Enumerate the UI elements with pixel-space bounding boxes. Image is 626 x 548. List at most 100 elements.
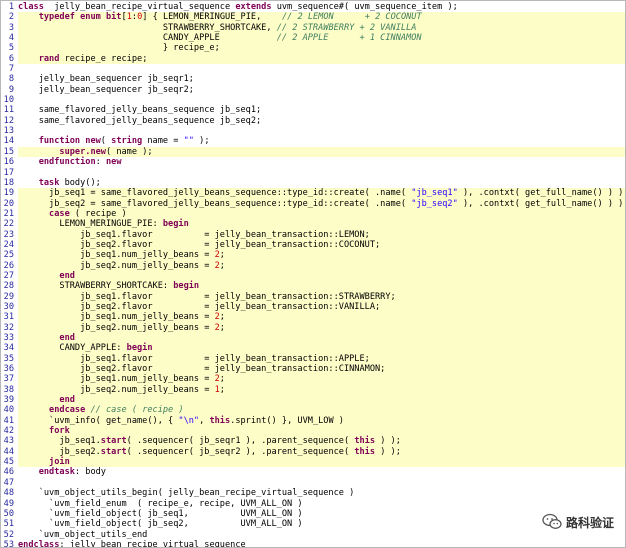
code-token: `uvm_info( get_name(), { [18, 415, 179, 426]
code-line: 34 CANDY_APPLE: begin [1, 343, 625, 354]
code-line: 37 jb_seq1.num_jelly_beans = 2; [1, 374, 625, 385]
code-line: 6 rand recipe_e recipe; [1, 53, 625, 65]
line-number: 32 [1, 322, 18, 333]
line-number: 11 [1, 105, 18, 116]
line-number: 24 [1, 239, 18, 251]
code-token: endcase [49, 405, 86, 416]
code-line: 41 `uvm_info( get_name(), { "\n", this.s… [1, 415, 625, 427]
code-line: 38 jb_seq2.num_jelly_beans = 1; [1, 384, 625, 396]
code-token: ; [219, 312, 225, 323]
code-line: 40 endcase // case ( recipe ) [1, 405, 625, 416]
line-text: class jelly_bean_recipe_virtual_sequence… [18, 2, 458, 12]
line-text: super.new( name ); [18, 146, 153, 157]
line-number: 39 [1, 395, 18, 406]
code-line: 48 `uvm_object_utils_begin( jelly_bean_r… [1, 488, 625, 499]
line-number: 35 [1, 353, 18, 365]
line-text: same_flavored_jelly_beans_sequence jb_se… [18, 116, 262, 126]
line-number: 21 [1, 208, 18, 220]
code-line: 47 [1, 477, 625, 489]
code-token: task [38, 177, 60, 188]
code-token: endclass [18, 539, 60, 548]
line-text: jb_seq1.num_jelly_beans = 2; [18, 312, 225, 322]
line-number: 20 [1, 198, 18, 209]
code-token: begin [173, 281, 200, 292]
code-token: ) ); [375, 436, 401, 447]
code-token: ( .sequencer( jb_seqr1 ), .parent_sequen… [126, 436, 355, 447]
line-number: 38 [1, 384, 18, 396]
line-text: `uvm_object_utils_end [18, 529, 148, 540]
line-text: same_flavored_jelly_beans_sequence jb_se… [18, 105, 262, 115]
line-number: 41 [1, 415, 18, 427]
line-text: endclass: jelly_bean_recipe_virtual_sequ… [18, 539, 246, 548]
line-text: `uvm_field_object( jb_seq2, UVM_ALL_ON ) [18, 519, 303, 529]
line-text: jelly_bean_sequencer jb_seqr1; [18, 74, 194, 84]
code-token: this [354, 446, 376, 457]
line-number: 44 [1, 446, 18, 458]
line-text: jb_seq1 = same_flavored_jelly_beans_sequ… [18, 188, 625, 199]
line-number: 51 [1, 519, 18, 530]
line-number: 37 [1, 374, 18, 385]
code-token: ; [219, 384, 225, 395]
code-token: LEMON_MERINGUE_PIE: [18, 219, 163, 230]
line-number: 46 [1, 467, 18, 478]
line-number: 43 [1, 436, 18, 447]
code-line: 39 end [1, 395, 625, 406]
code-line: 2 typedef enum bit[1:0] { LEMON_MERINGUE… [1, 12, 625, 23]
line-number: 14 [1, 136, 18, 147]
code-token: `uvm_field_object( jb_seq1, UVM_ALL_ON ) [18, 508, 303, 519]
code-line: 14 function new( string name = "" ); [1, 136, 625, 147]
code-line: 4 CANDY_APPLE // 2 APPLE + 1 CINNAMON [1, 33, 625, 44]
line-text: endcase // case ( recipe ) [18, 405, 184, 415]
line-text: } recipe_e; [18, 43, 220, 53]
code-token: jelly_bean_sequencer jb_seqr1; [18, 74, 194, 85]
code-line: 31 jb_seq1.num_jelly_beans = 2; [1, 312, 625, 323]
code-token: ( name ); [105, 146, 153, 157]
code-token: ( .sequencer( jb_seqr2 ), .parent_sequen… [126, 446, 355, 457]
line-number: 8 [1, 74, 18, 85]
line-number: 7 [1, 64, 18, 75]
line-number: 25 [1, 250, 18, 261]
line-text: join [18, 457, 70, 467]
line-text: CANDY_APPLE // 2 APPLE + 1 CINNAMON [18, 33, 422, 43]
line-number: 23 [1, 229, 18, 240]
wechat-icon [542, 513, 562, 529]
line-text: endfunction: new [18, 157, 122, 167]
code-editor[interactable]: 1 class jelly_bean_recipe_virtual_sequenc… [0, 0, 626, 548]
code-token: jb_seq2. [18, 446, 101, 457]
code-token: recipe_e recipe; [59, 53, 148, 64]
line-text: jb_seq2 = same_flavored_jelly_beans_sequ… [18, 199, 625, 209]
line-text: jb_seq1.start( .sequencer( jb_seqr1 ), .… [18, 436, 401, 446]
line-number: 2 [1, 12, 18, 23]
code-line: 11 same_flavored_jelly_beans_sequence jb… [1, 105, 625, 116]
line-text: jb_seq2.num_jelly_beans = 1; [18, 385, 225, 395]
code-token: // case ( recipe ) [90, 405, 184, 416]
line-text: fork [18, 426, 70, 436]
code-line: 30 jb_seq2.flavor = jelly_bean_transacti… [1, 301, 625, 313]
code-token: : jelly_bean_recipe_virtual_sequence [59, 539, 246, 548]
code-line: 45 join [1, 457, 625, 468]
code-line: 17 [1, 167, 625, 178]
code-token: : [95, 157, 106, 168]
line-number: 45 [1, 457, 18, 468]
code-line: 15 super.new( name ); [1, 146, 625, 158]
line-text: `uvm_info( get_name(), { "\n", this.spri… [18, 416, 344, 426]
code-token: function new [38, 136, 101, 147]
line-number: 48 [1, 488, 18, 499]
line-number: 36 [1, 364, 18, 375]
line-text: end [18, 333, 75, 343]
line-number: 53 [1, 539, 18, 547]
code-token: , [199, 415, 210, 426]
code-token: jb_seq1 = same_flavored_jelly_beans_sequ… [18, 188, 412, 199]
code-token: jb_seq1.num_jelly_beans = [18, 250, 215, 261]
line-number: 19 [1, 188, 18, 199]
line-number: 22 [1, 219, 18, 230]
line-number: 33 [1, 333, 18, 344]
code-line: 1 class jelly_bean_recipe_virtual_sequenc… [1, 2, 625, 13]
code-token: typedef enum bit [38, 12, 122, 23]
code-token: `uvm_object_utils_end [18, 529, 148, 540]
code-line: 24 jb_seq2.flavor = jelly_bean_transacti… [1, 239, 625, 251]
